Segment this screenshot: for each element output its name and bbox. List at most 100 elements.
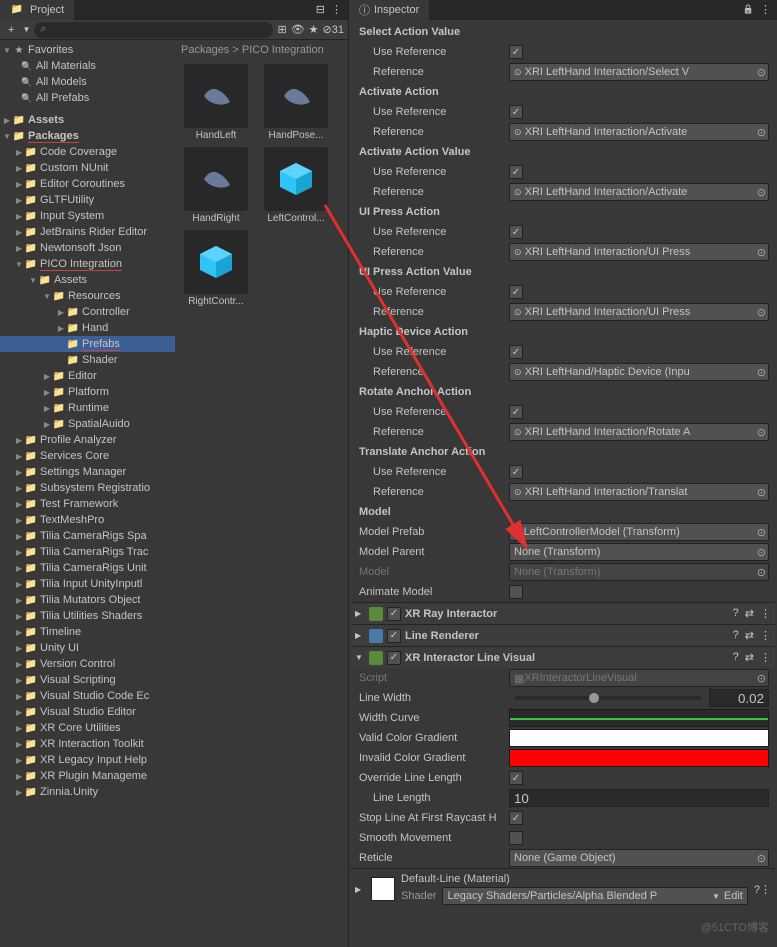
use-reference-checkbox[interactable] [509, 465, 523, 479]
component-enable-checkbox[interactable] [387, 651, 401, 665]
fav-all-models[interactable]: All Models [0, 74, 175, 90]
picker-icon[interactable]: ⊙ [757, 126, 766, 139]
xr-ray-interactor-header[interactable]: ▶ XR Ray Interactor [351, 602, 775, 624]
package-item[interactable]: ▶Code Coverage [0, 144, 175, 160]
context-menu-icon[interactable] [760, 607, 771, 620]
assets-root[interactable]: ▶Assets [0, 112, 175, 128]
reference-field[interactable]: XRI LeftHand Interaction/Activate⊙ [509, 123, 769, 141]
shader-dropdown[interactable]: Legacy Shaders/Particles/Alpha Blended P… [442, 887, 747, 905]
reference-field[interactable]: XRI LeftHand Interaction/UI Press⊙ [509, 243, 769, 261]
preset-icon[interactable] [745, 607, 754, 620]
res-shader[interactable]: Shader [0, 352, 175, 368]
use-reference-checkbox[interactable] [509, 105, 523, 119]
picker-icon[interactable]: ⊙ [757, 426, 766, 439]
package-item[interactable]: ▶Editor [0, 368, 175, 384]
use-reference-checkbox[interactable] [509, 165, 523, 179]
packages-root[interactable]: ▼Packages [0, 128, 175, 144]
package-item[interactable]: ▶XR Plugin Manageme [0, 768, 175, 784]
package-item[interactable]: ▶Test Framework [0, 496, 175, 512]
valid-color-field[interactable] [509, 729, 769, 747]
pico-integration[interactable]: ▼PICO Integration [0, 256, 175, 272]
package-item[interactable]: ▶Platform [0, 384, 175, 400]
picker-icon[interactable]: ⊙ [757, 486, 766, 499]
width-curve-field[interactable] [509, 709, 769, 727]
package-item[interactable]: ▶Visual Scripting [0, 672, 175, 688]
package-item[interactable]: ▶Editor Coroutines [0, 176, 175, 192]
star-filter-icon[interactable]: ★ [309, 23, 319, 36]
pin-icon[interactable] [316, 3, 325, 16]
res-prefabs[interactable]: Prefabs [0, 336, 175, 352]
search-input[interactable]: ⌕ [34, 22, 273, 38]
package-item[interactable]: ▶Visual Studio Code Ec [0, 688, 175, 704]
inspector-tab[interactable]: ⓘ Inspector [349, 0, 429, 21]
asset-item[interactable]: RightContr... [179, 230, 253, 307]
package-item[interactable]: ▶Tilia CameraRigs Trac [0, 544, 175, 560]
add-button[interactable]: + [4, 24, 18, 36]
reference-field[interactable]: XRI LeftHand Interaction/UI Press⊙ [509, 303, 769, 321]
pico-resources[interactable]: ▼Resources [0, 288, 175, 304]
package-item[interactable]: ▶SpatialAuido [0, 416, 175, 432]
package-item[interactable]: ▶JetBrains Rider Editor [0, 224, 175, 240]
asset-item[interactable]: HandPose... [259, 64, 333, 141]
use-reference-checkbox[interactable] [509, 345, 523, 359]
reference-field[interactable]: XRI LeftHand Interaction/Select V⊙ [509, 63, 769, 81]
animate-model-checkbox[interactable] [509, 585, 523, 599]
package-item[interactable]: ▶Timeline [0, 624, 175, 640]
picker-icon[interactable]: ⊙ [757, 526, 766, 539]
package-item[interactable]: ▶Visual Studio Editor [0, 704, 175, 720]
package-item[interactable]: ▶Tilia Utilities Shaders [0, 608, 175, 624]
picker-icon[interactable]: ⊙ [757, 246, 766, 259]
invalid-color-field[interactable] [509, 749, 769, 767]
reference-field[interactable]: XRI LeftHand Interaction/Rotate A⊙ [509, 423, 769, 441]
picker-icon[interactable]: ⊙ [757, 852, 766, 865]
use-reference-checkbox[interactable] [509, 285, 523, 299]
xr-line-visual-header[interactable]: ▼ XR Interactor Line Visual [351, 646, 775, 668]
project-tab[interactable]: Project [0, 0, 74, 20]
asset-item[interactable]: HandLeft [179, 64, 253, 141]
breadcrumb-1[interactable]: PICO Integration [242, 44, 324, 56]
package-item[interactable]: ▶Tilia CameraRigs Unit [0, 560, 175, 576]
asset-item[interactable]: HandRight [179, 147, 253, 224]
asset-item[interactable]: LeftControl... [259, 147, 333, 224]
package-item[interactable]: ▶Tilia Mutators Object [0, 592, 175, 608]
package-item[interactable]: ▶Profile Analyzer [0, 432, 175, 448]
use-reference-checkbox[interactable] [509, 405, 523, 419]
override-length-checkbox[interactable] [509, 771, 523, 785]
package-item[interactable]: ▶Newtonsoft Json [0, 240, 175, 256]
stop-line-checkbox[interactable] [509, 811, 523, 825]
fav-all-materials[interactable]: All Materials [0, 58, 175, 74]
menu-icon[interactable] [760, 3, 771, 16]
component-enable-checkbox[interactable] [387, 607, 401, 621]
material-header[interactable]: ▶ Default-Line (Material) Shader Legacy … [351, 868, 775, 909]
reticle-field[interactable]: None (Game Object)⊙ [509, 849, 769, 867]
package-item[interactable]: ▶Zinnia.Unity [0, 784, 175, 800]
package-item[interactable]: ▶GLTFUtility [0, 192, 175, 208]
package-item[interactable]: ▶Version Control [0, 656, 175, 672]
use-reference-checkbox[interactable] [509, 225, 523, 239]
package-item[interactable]: ▶XR Interaction Toolkit [0, 736, 175, 752]
reference-field[interactable]: XRI LeftHand Interaction/Activate⊙ [509, 183, 769, 201]
package-item[interactable]: ▶Unity UI [0, 640, 175, 656]
package-item[interactable]: ▶Custom NUnit [0, 160, 175, 176]
package-item[interactable]: ▶Settings Manager [0, 464, 175, 480]
line-renderer-header[interactable]: ▶ Line Renderer [351, 624, 775, 646]
picker-icon[interactable]: ⊙ [757, 306, 766, 319]
picker-icon[interactable]: ⊙ [757, 186, 766, 199]
context-menu-icon[interactable] [760, 651, 771, 664]
picker-icon[interactable]: ⊙ [757, 366, 766, 379]
package-item[interactable]: ▶Tilia Input UnityInputl [0, 576, 175, 592]
reference-field[interactable]: XRI LeftHand Interaction/Translat⊙ [509, 483, 769, 501]
smooth-checkbox[interactable] [509, 831, 523, 845]
lock-icon[interactable] [743, 3, 754, 16]
help-icon[interactable] [733, 607, 739, 620]
menu-icon[interactable] [331, 3, 342, 16]
picker-icon[interactable]: ⊙ [757, 66, 766, 79]
package-item[interactable]: ▶Runtime [0, 400, 175, 416]
res-hand[interactable]: ▶Hand [0, 320, 175, 336]
visibility-icon[interactable]: 👁 [291, 23, 305, 36]
line-length-input[interactable] [509, 789, 769, 807]
res-controller[interactable]: ▶Controller [0, 304, 175, 320]
package-item[interactable]: ▶XR Core Utilities [0, 720, 175, 736]
breadcrumb-0[interactable]: Packages [181, 44, 229, 56]
package-item[interactable]: ▶TextMeshPro [0, 512, 175, 528]
